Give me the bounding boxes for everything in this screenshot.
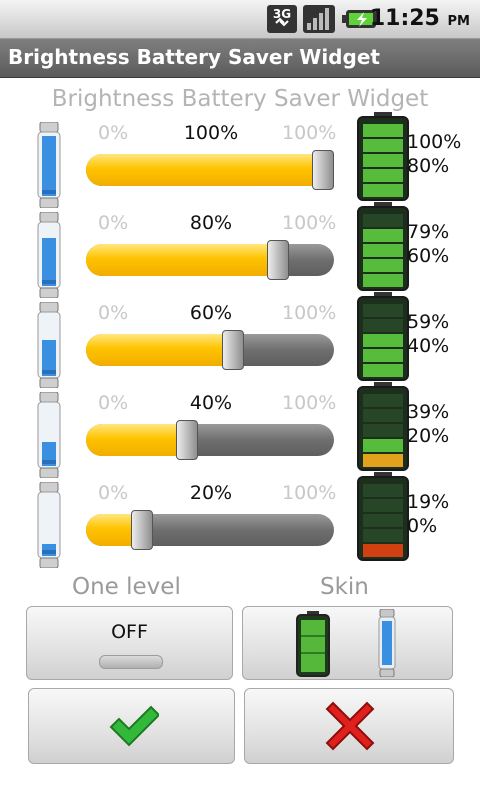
slider-min-label: 0% [98,392,129,414]
battery-range-label: 79% 60% [407,220,449,268]
clock-time: 11:25 [369,6,440,31]
brightness-slider[interactable] [86,150,334,190]
slider-max-label: 100% [282,482,337,504]
slider-thumb[interactable] [131,510,153,550]
range-low: 0% [407,515,438,537]
battery-level-icon [357,382,409,471]
brightness-slider[interactable] [86,240,334,280]
signal-bars-icon [303,5,335,33]
slider-thumb[interactable] [267,240,289,280]
brightness-row: 0% 100% 100% 100% 80% [0,112,480,212]
battery-level-icon [357,112,409,201]
slider-max-label: 100% [282,302,337,324]
slider-thumb[interactable] [222,330,244,370]
battery-level-icon [357,472,409,561]
slider-thumb[interactable] [312,150,334,190]
range-low: 40% [407,335,450,357]
slider-value-label: 60% [189,302,233,324]
battery-range-label: 100% 80% [407,130,461,178]
battery-level-icon [357,202,409,291]
slider-min-label: 0% [98,482,129,504]
skin-label: Skin [320,574,369,600]
tube-skin-icon [378,609,396,677]
slider-value-label: 20% [189,482,233,504]
battery-range-label: 39% 20% [407,400,449,448]
slider-fill [86,154,323,186]
slider-value-label: 40% [189,392,233,414]
slider-fill [86,334,233,366]
brightness-slider[interactable] [86,420,334,460]
slider-max-label: 100% [282,392,337,414]
title-bar: Brightness Battery Saver Widget [0,39,480,78]
range-high: 79% [407,221,450,243]
tube-level-icon [37,122,61,208]
brightness-row: 0% 40% 100% 39% 20% [0,382,480,482]
slider-value-label: 80% [189,212,233,234]
tube-level-icon [37,392,61,478]
toggle-indicator [99,655,163,669]
checkmark-icon [109,705,159,747]
range-high: 39% [407,401,450,423]
tube-level-icon [37,482,61,568]
brightness-row: 0% 60% 100% 59% 40% [0,292,480,392]
slider-min-label: 0% [98,212,129,234]
svg-text:3G: 3G [273,7,291,21]
range-low: 80% [407,155,450,177]
clock-ampm: PM [447,14,470,29]
brightness-row: 0% 20% 100% 19% 0% [0,472,480,572]
battery-level-icon [357,292,409,381]
range-low: 20% [407,425,450,447]
slider-max-label: 100% [282,212,337,234]
slider-max-label: 100% [282,122,337,144]
slider-fill [86,424,187,456]
status-bar: 3G 11:25 PM [0,0,480,39]
tube-level-icon [37,212,61,298]
one-level-label: One level [72,574,181,600]
confirm-button[interactable] [28,688,235,764]
range-high: 100% [407,131,462,153]
slider-min-label: 0% [98,302,129,324]
slider-min-label: 0% [98,122,129,144]
3g-data-icon: 3G [267,5,297,33]
slider-value-label: 100% [183,122,239,144]
app-title: Brightness Battery Saver Widget [8,45,380,69]
slider-thumb[interactable] [176,420,198,460]
clock: 11:25 PM [370,6,470,31]
one-level-toggle-button[interactable]: OFF [26,606,233,680]
range-low: 60% [407,245,450,267]
battery-skin-icon [296,611,330,677]
close-x-icon [325,701,375,751]
range-high: 19% [407,491,450,513]
slider-fill [86,244,278,276]
range-high: 59% [407,311,450,333]
one-level-state: OFF [111,621,148,643]
brightness-slider[interactable] [86,330,334,370]
brightness-row: 0% 80% 100% 79% 60% [0,202,480,302]
skin-select-button[interactable] [242,606,453,680]
widget-heading: Brightness Battery Saver Widget [51,86,429,112]
brightness-slider[interactable] [86,510,334,550]
tube-level-icon [37,302,61,388]
battery-range-label: 19% 0% [407,490,449,538]
cancel-button[interactable] [244,688,454,764]
battery-range-label: 59% 40% [407,310,449,358]
